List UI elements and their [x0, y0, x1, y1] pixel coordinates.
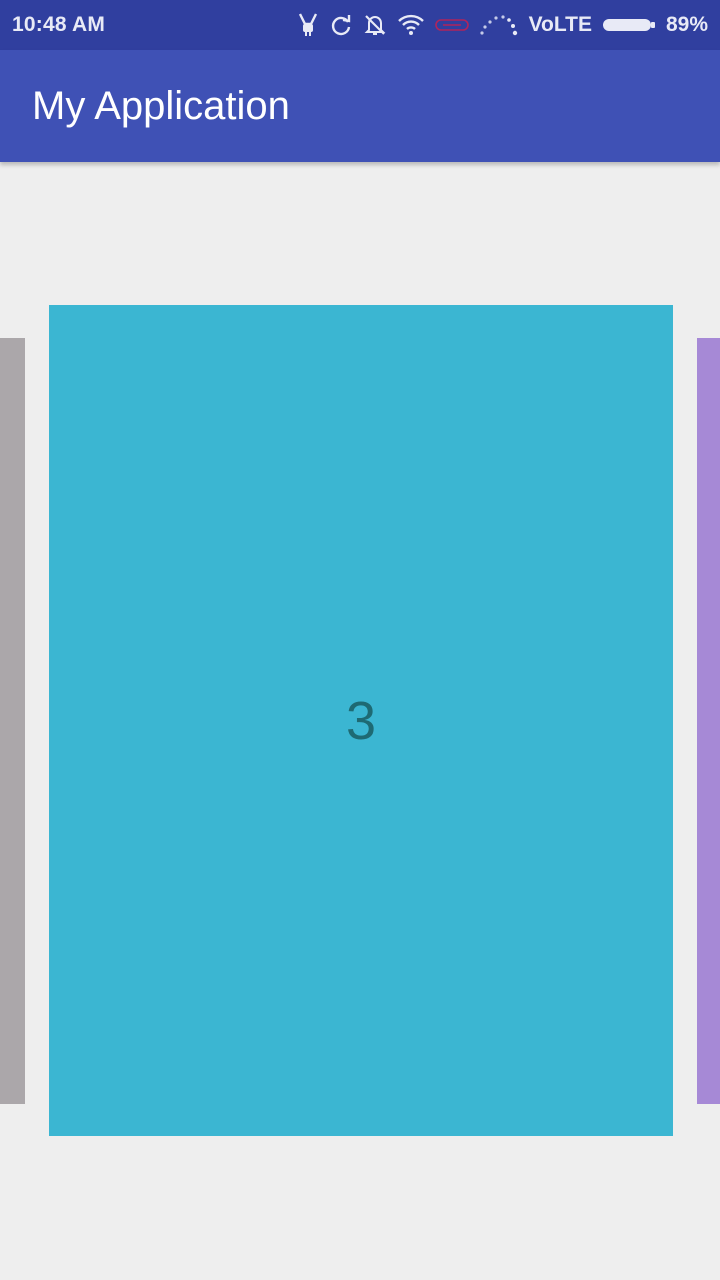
signal-icon: [479, 10, 519, 40]
wifi-icon: [397, 10, 425, 40]
usb-debug-icon: [297, 10, 319, 40]
app-bar: My Application: [0, 50, 720, 162]
battery-icon: [602, 10, 656, 40]
app-title: My Application: [32, 83, 290, 128]
status-bar: 10:48 AM VoLTE 89%: [0, 0, 720, 50]
next-page-card[interactable]: [697, 338, 720, 1104]
sync-icon: [329, 10, 353, 40]
status-time: 10:48 AM: [12, 13, 106, 36]
battery-percent: 89%: [665, 13, 708, 36]
network-type-label: VoLTE: [528, 13, 592, 36]
previous-page-card[interactable]: [0, 338, 25, 1104]
view-pager[interactable]: 3: [0, 162, 720, 1280]
data-saver-icon: [434, 10, 469, 40]
status-icons: VoLTE 89%: [297, 10, 708, 40]
alarm-off-icon: [363, 10, 387, 40]
current-page-card[interactable]: 3: [49, 305, 673, 1136]
page-number: 3: [345, 690, 377, 751]
